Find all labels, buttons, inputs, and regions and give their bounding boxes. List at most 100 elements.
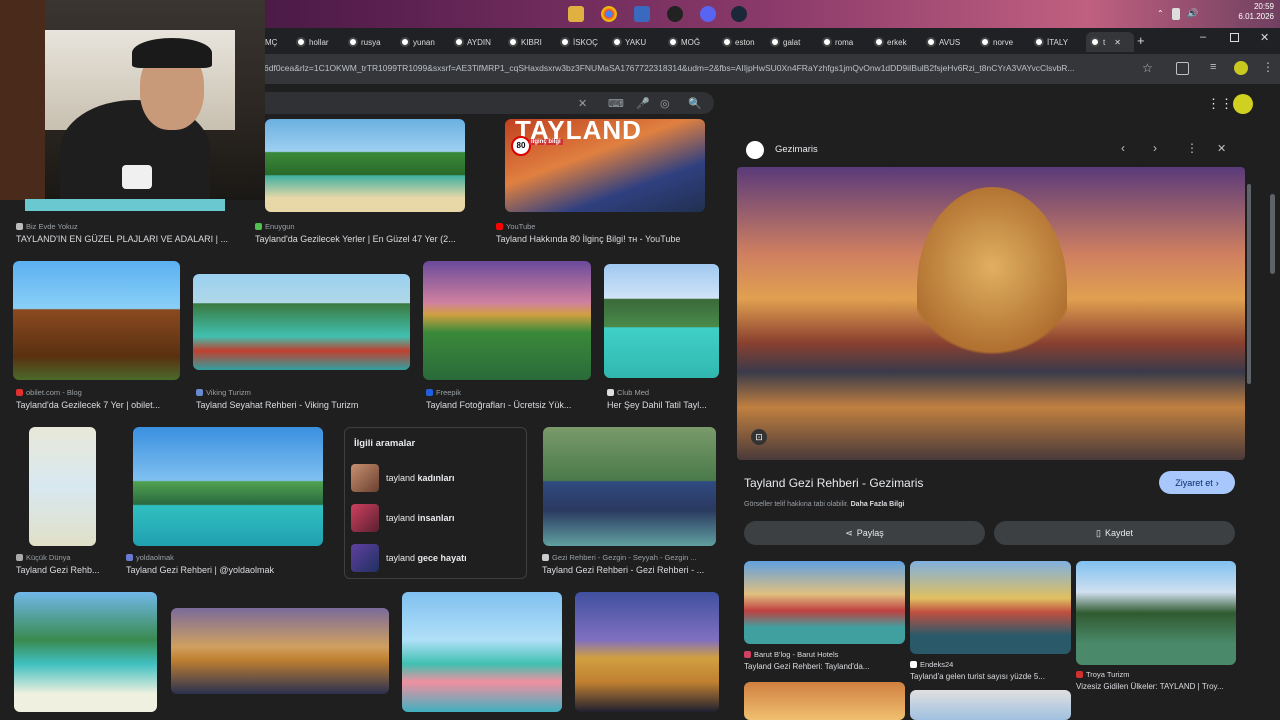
close-icon[interactable]: ✕: [1217, 142, 1226, 155]
result-image[interactable]: [13, 261, 180, 380]
account-avatar[interactable]: [1233, 94, 1253, 114]
browser-tab[interactable]: YAKU: [612, 32, 660, 52]
related-image[interactable]: [1076, 561, 1236, 665]
lens-icon[interactable]: ◎: [660, 97, 670, 110]
system-clock[interactable]: 20:59 6.01.2026: [1238, 2, 1274, 22]
panel-title[interactable]: Tayland Gezi Rehberi - Gezimaris: [744, 476, 923, 490]
result-image[interactable]: [423, 261, 591, 380]
bookmark-star-icon[interactable]: ☆: [1142, 61, 1153, 75]
related-title[interactable]: Vizesiz Gidilen Ülkeler: TAYLAND | Troy.…: [1076, 682, 1236, 691]
browser-tab[interactable]: İSKOÇ: [560, 32, 608, 52]
browser-tab[interactable]: KIBRI: [508, 32, 556, 52]
apps-grid-icon[interactable]: ⋮⋮: [1207, 96, 1233, 112]
result-image[interactable]: [402, 592, 562, 712]
browser-tab[interactable]: İTALY: [1034, 32, 1082, 52]
new-tab-icon[interactable]: +: [1137, 33, 1145, 48]
result-title[interactable]: Tayland Gezi Rehberi | @yoldaolmak: [126, 565, 331, 575]
volume-icon[interactable]: 🔊: [1187, 8, 1201, 20]
media-icon[interactable]: ≡: [1210, 61, 1216, 73]
result-title[interactable]: TAYLAND'IN EN GÜZEL PLAJLARI VE ADALARI …: [16, 234, 238, 244]
more-options-icon[interactable]: ⋮: [1186, 141, 1198, 155]
discord-icon[interactable]: [700, 6, 716, 22]
result-title[interactable]: Tayland Fotoğrafları - Ücretsiz Yük...: [426, 400, 591, 410]
previous-icon[interactable]: ‹: [1121, 141, 1125, 155]
browser-tab[interactable]: roma: [822, 32, 870, 52]
related-title[interactable]: Tayland Gezi Rehberi: Tayland'da...: [744, 662, 904, 671]
save-button[interactable]: ▯ Kaydet: [994, 521, 1235, 545]
result-image[interactable]: [171, 608, 389, 694]
related-search-item[interactable]: tayland gece hayatı: [351, 544, 467, 572]
browser-tab[interactable]: hollar: [296, 32, 344, 52]
result-source: Freepik: [426, 388, 461, 397]
related-image[interactable]: [910, 561, 1071, 654]
next-icon[interactable]: ›: [1153, 141, 1157, 155]
browser-tab[interactable]: norve: [980, 32, 1028, 52]
browser-tab[interactable]: AVUS: [926, 32, 974, 52]
related-search-item[interactable]: tayland kadınları: [351, 464, 455, 492]
source-name: yoldaolmak: [136, 553, 174, 562]
more-info-link[interactable]: Daha Fazla Bilgi: [851, 501, 905, 508]
browser-tab[interactable]: yunan: [400, 32, 448, 52]
microphone-shape: [122, 165, 152, 189]
result-image[interactable]: [14, 592, 157, 712]
browser-tab[interactable]: eston: [722, 32, 770, 52]
site-favicon: [16, 554, 23, 561]
browser-tab[interactable]: AYDIN: [454, 32, 502, 52]
browser-tab[interactable]: rusya: [348, 32, 396, 52]
chrome-icon[interactable]: [601, 6, 617, 22]
panel-site-name[interactable]: Gezimaris: [775, 144, 818, 155]
obs-icon[interactable]: [667, 6, 683, 22]
result-image[interactable]: [133, 427, 323, 546]
search-icon[interactable]: 🔍: [688, 97, 702, 110]
extensions-icon[interactable]: [1176, 62, 1189, 75]
related-title[interactable]: Tayland'a gelen turist sayısı yüzde 5...: [910, 672, 1070, 681]
result-title[interactable]: Tayland Hakkında 80 İlginç Bilgi! ᴛʜ - Y…: [496, 234, 721, 244]
browser-tab[interactable]: erkek: [874, 32, 922, 52]
preview-image[interactable]: ⊡: [737, 167, 1245, 460]
result-title[interactable]: Her Şey Dahil Tatil Tayl...: [607, 400, 720, 410]
result-image[interactable]: [543, 427, 716, 546]
menu-kebab-icon[interactable]: ⋮: [1262, 60, 1274, 74]
panel-scrollbar[interactable]: [1247, 184, 1251, 384]
tab-label: rusya: [361, 37, 381, 47]
result-image[interactable]: [193, 274, 410, 370]
result-title[interactable]: Tayland'da Gezilecek 7 Yer | obilet...: [16, 400, 181, 410]
result-image[interactable]: [575, 592, 719, 712]
result-title[interactable]: Tayland'da Gezilecek Yerler | En Güzel 4…: [255, 234, 475, 244]
browser-tab[interactable]: t ✕: [1086, 32, 1134, 52]
clear-icon[interactable]: ✕: [578, 97, 587, 110]
page-scrollbar[interactable]: [1270, 194, 1275, 274]
keyboard-icon[interactable]: ⌨: [608, 97, 624, 110]
tray-chevron-icon[interactable]: ⌃: [1157, 9, 1167, 19]
url-text[interactable]: 6df0cea&rlz=1C1OKWM_trTR1099TR1099&sxsrf…: [264, 63, 1134, 73]
search-box[interactable]: ✕ ⌨ 🎤 ◎ 🔍: [264, 92, 714, 114]
steam-icon[interactable]: [731, 6, 747, 22]
share-button[interactable]: ⋖ Paylaş: [744, 521, 985, 545]
result-title[interactable]: Tayland Gezi Rehb...: [16, 565, 111, 575]
browser-tab[interactable]: MOĞ: [668, 32, 716, 52]
related-prefix: tayland: [386, 553, 416, 563]
result-title[interactable]: Tayland Gezi Rehberi - Gezi Rehberi - ..…: [542, 565, 722, 575]
related-image[interactable]: [744, 561, 905, 644]
profile-avatar[interactable]: [1234, 61, 1248, 75]
result-title[interactable]: Tayland Seyahat Rehberi - Viking Turizm: [196, 400, 411, 410]
related-image[interactable]: [744, 682, 905, 720]
result-image[interactable]: TAYLAND 80 ilginç bilgi: [505, 119, 705, 212]
lens-search-icon[interactable]: ⊡: [751, 429, 767, 445]
minimize-icon[interactable]: –: [1200, 31, 1206, 43]
app-icon[interactable]: [634, 6, 650, 22]
close-window-icon[interactable]: ✕: [1260, 31, 1269, 44]
result-image[interactable]: [604, 264, 719, 378]
related-search-item[interactable]: tayland insanları: [351, 504, 455, 532]
result-image[interactable]: [265, 119, 465, 212]
visit-button[interactable]: Ziyaret et ›: [1159, 471, 1235, 494]
result-image[interactable]: [29, 427, 96, 546]
maximize-icon[interactable]: [1230, 33, 1239, 42]
webcam-overlay: [0, 0, 265, 211]
folder-icon[interactable]: [568, 6, 584, 22]
browser-tab[interactable]: galat: [770, 32, 818, 52]
mic-icon[interactable]: 🎤: [636, 97, 650, 110]
related-image[interactable]: [910, 690, 1071, 720]
close-tab-icon[interactable]: ✕: [1114, 38, 1121, 47]
microphone-icon[interactable]: [1172, 8, 1180, 20]
